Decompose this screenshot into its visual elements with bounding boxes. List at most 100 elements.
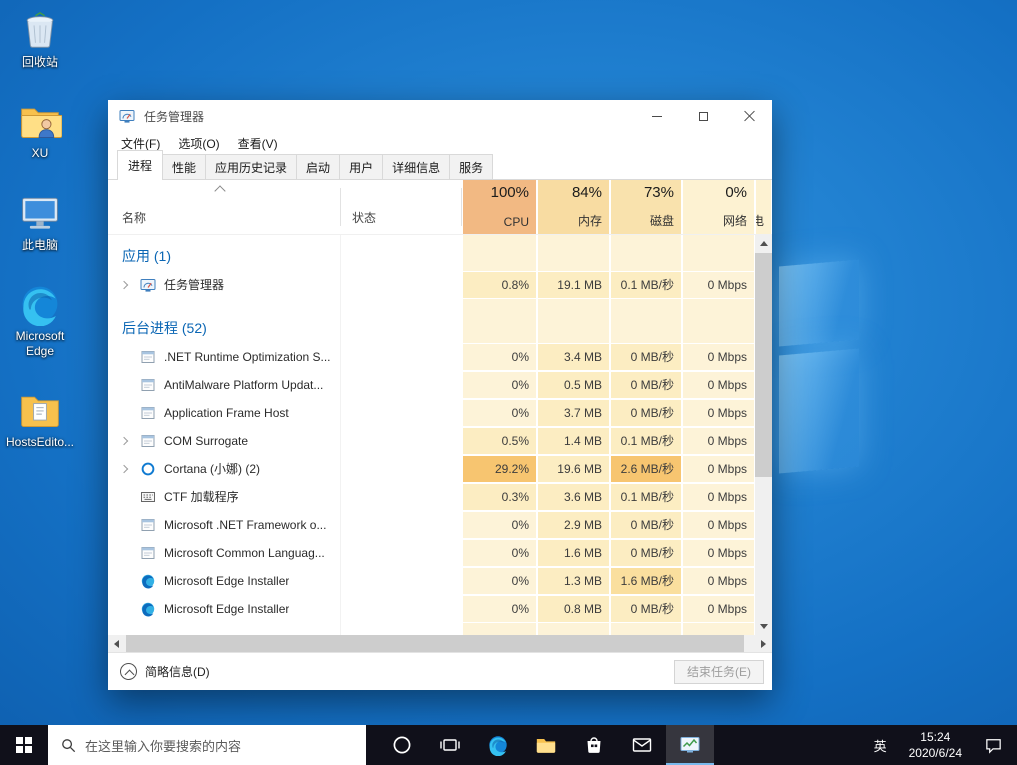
taskbar-clock[interactable]: 15:24 2020/6/24 [899,729,972,761]
scroll-up-button[interactable] [755,235,772,252]
process-row[interactable]: Microsoft .NET Framework o...0%2.9 MB0 M… [108,511,755,539]
cell-disk: 0 MB/秒 [610,399,682,427]
taskbar-cortana-button[interactable] [378,725,426,765]
taskbar: 在这里输入你要搜索的内容 英 15:24 2020/6/24 [0,725,1017,765]
column-header-status[interactable]: 状态 [352,209,376,226]
tab-details[interactable]: 详细信息 [382,154,450,180]
column-header-net[interactable]: 0%网络 [682,180,755,234]
vertical-scrollbar[interactable] [755,235,772,635]
taskbar-search-box[interactable]: 在这里输入你要搜索的内容 [48,725,366,765]
scroll-right-button[interactable] [755,635,772,652]
horizontal-scrollbar-thumb[interactable] [126,635,744,652]
tab-processes[interactable]: 进程 [117,150,163,180]
column-usage-cpu: 100% [491,184,529,201]
taskbar-store-button[interactable] [570,725,618,765]
clock-time: 15:24 [909,729,962,745]
tab-users[interactable]: 用户 [339,154,383,180]
process-row[interactable]: CTF 加载程序0.3%3.6 MB0.1 MB/秒0 Mbps [108,483,755,511]
cell-net: 0 Mbps [682,399,755,427]
task-manager-app-icon [119,108,135,124]
desktop-icon-this-pc[interactable]: 此电脑 [4,191,76,252]
cell-mem: 3.7 MB [537,399,610,427]
tab-app-history[interactable]: 应用历史记录 [205,154,297,180]
expand-chevron-icon[interactable] [120,281,128,289]
cell-mem: 2.9 MB [537,511,610,539]
horizontal-scrollbar[interactable] [108,635,772,652]
generic-icon [140,433,156,449]
scroll-down-button[interactable] [755,618,772,635]
process-row[interactable]: 任务管理器0.8%19.1 MB0.1 MB/秒0 Mbps [108,271,755,299]
generic-icon [140,349,156,365]
tab-startup[interactable]: 启动 [296,154,340,180]
cell-mem: 19.6 MB [537,455,610,483]
taskbar-task-view-button[interactable] [426,725,474,765]
column-usage-mem: 84% [572,184,602,201]
process-row[interactable]: Cortana (小娜) (2)29.2%19.6 MB2.6 MB/秒0 Mb… [108,455,755,483]
start-button[interactable] [0,725,48,765]
minimize-button[interactable] [634,100,680,132]
cell-disk: 0 MB/秒 [610,371,682,399]
desktop-icon-microsoft-edge[interactable]: Microsoft Edge [4,282,76,358]
triangle-left-icon [114,640,119,648]
tab-services[interactable]: 服务 [449,154,493,180]
generic-icon [140,405,156,421]
cell-disk: 0 MB/秒 [610,595,682,623]
process-row[interactable]: AntiMalware Platform Updat...0%0.5 MB0 M… [108,371,755,399]
action-center-button[interactable] [972,736,1017,755]
expand-chevron-icon[interactable] [120,437,128,445]
cell-disk: 1.6 MB/秒 [610,567,682,595]
title-bar[interactable]: 任务管理器 [108,100,772,132]
desktop-icon-recycle-bin[interactable]: 回收站 [4,8,76,69]
menu-view[interactable]: 查看(V) [229,132,287,155]
scroll-left-button[interactable] [108,635,125,652]
task-view-icon [439,734,461,756]
column-header-name[interactable]: 名称 [122,209,146,226]
process-row[interactable]: Microsoft Edge Installer0%1.3 MB1.6 MB/秒… [108,567,755,595]
fewer-details-toggle[interactable]: 简略信息(D) [120,663,210,680]
desktop-icon-xu-folder[interactable]: XU [4,99,76,160]
cell-mem: 1.4 MB [537,427,610,455]
desktop-icon-hosts-editor[interactable]: HostsEdito... [4,388,76,449]
column-header-mem[interactable]: 84%内存 [537,180,610,234]
cell-disk: 2.6 MB/秒 [610,455,682,483]
generic-icon [140,517,156,533]
process-group-header[interactable]: 后台进程 (52) [108,313,755,343]
taskbar-file-explorer-button[interactable] [522,725,570,765]
column-header-disk[interactable]: 73% 磁盘 [610,180,682,234]
tab-performance[interactable]: 性能 [162,154,206,180]
tab-strip: 进程性能应用历史记录启动用户详细信息服务 [108,154,772,180]
clock-date: 2020/6/24 [909,745,962,761]
cell-cpu: 0.5% [462,427,537,455]
process-list: 应用 (1)任务管理器0.8%19.1 MB0.1 MB/秒0 Mbps 后台进程… [108,235,755,623]
process-row[interactable]: .NET Runtime Optimization S...0%3.4 MB0 … [108,343,755,371]
process-row[interactable]: COM Surrogate0.5%1.4 MB0.1 MB/秒0 Mbps [108,427,755,455]
taskbar-edge-button[interactable] [474,725,522,765]
cell-disk: 0 MB/秒 [610,511,682,539]
process-row[interactable]: Microsoft Common Languag...0%1.6 MB0 MB/… [108,539,755,567]
column-label-disk: 磁盘 [650,212,674,229]
maximize-button[interactable] [680,100,726,132]
cell-disk: 0.1 MB/秒 [610,271,682,299]
desktop-icon-label: HostsEdito... [6,435,74,449]
vertical-scrollbar-thumb[interactable] [755,253,772,477]
process-row[interactable]: Application Frame Host0%3.7 MB0 MB/秒0 Mb… [108,399,755,427]
column-usage-disk: 73% [644,184,674,201]
menu-options[interactable]: 选项(O) [169,132,228,155]
column-header-power[interactable]: 电 [755,180,772,234]
column-label-net: 网络 [723,212,747,229]
process-row[interactable]: Microsoft Edge Installer0%0.8 MB0 MB/秒0 … [108,595,755,623]
process-group-header[interactable]: 应用 (1) [108,241,755,271]
taskbar-mail-button[interactable] [618,725,666,765]
taskbar-task-manager-button[interactable] [666,725,714,765]
chevron-up-circle-icon [120,663,137,680]
close-button[interactable] [726,100,772,132]
windows-logo-icon [16,737,32,753]
column-header-cpu[interactable]: 100%CPU [462,180,537,234]
cell-net: 0 Mbps [682,539,755,567]
column-separator [340,188,341,226]
language-indicator[interactable]: 英 [862,736,899,755]
end-task-button[interactable]: 结束任务(E) [674,660,764,684]
column-header-row: 名称 状态 100%CPU84%内存 73% 磁盘 0%网络电 [108,180,772,235]
expand-chevron-icon[interactable] [120,465,128,473]
cell-net: 0 Mbps [682,271,755,299]
